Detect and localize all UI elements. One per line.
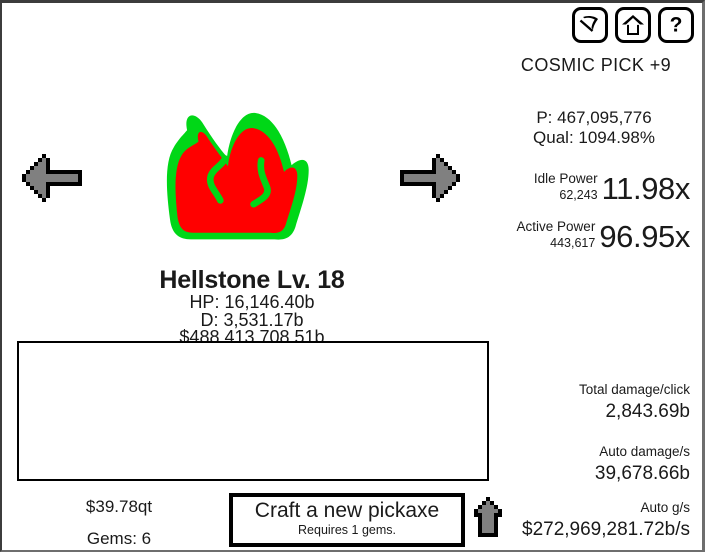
pickaxe-quality-line: Qual: 1094.98% (533, 127, 655, 147)
active-power-row: Active Power 443,617 96.95x (517, 218, 691, 254)
auto-gold-per-second-value: $272,969,281.72b/s (522, 518, 690, 540)
craft-pickaxe-button[interactable]: Craft a new pickaxe Requires 1 gems. (229, 493, 465, 547)
hellstone-rock-sprite[interactable] (132, 75, 322, 265)
total-damage-per-click-value: 2,843.69b (605, 400, 690, 422)
idle-power-multiplier: 11.98x (601, 170, 691, 206)
money-amount: $39.78qt (85, 497, 153, 516)
pickaxe-power-line: P: 467,095,776 (536, 108, 652, 127)
auto-damage-per-second-value: 39,678.66b (594, 462, 690, 484)
game-window: ? Hellstone Lv. 18 HP: 16,146.40b D: 3,5… (0, 0, 705, 552)
monster-info: Hellstone Lv. 18 HP: 16,146.40b D: 3,531… (2, 267, 502, 347)
active-power-labels: Active Power 443,617 (517, 219, 596, 254)
total-damage-per-click-label: Total damage/click (578, 382, 690, 397)
idle-power-row: Idle Power 62,243 11.98x (534, 170, 691, 206)
idle-power-value: 62,243 (559, 187, 598, 202)
pickaxe-title: COSMIC PICK +9 (520, 55, 672, 75)
auto-damage-per-second-label: Auto damage/s (599, 444, 690, 459)
monster-name: Hellstone Lv. 18 (159, 266, 345, 294)
active-power-value: 443,617 (550, 235, 596, 250)
idle-power-labels: Idle Power 62,243 (534, 171, 598, 206)
craft-pickaxe-label: Craft a new pickaxe (254, 499, 440, 523)
idle-power-label: Idle Power (533, 171, 598, 186)
monster-hp: HP: 16,146.40b (189, 292, 315, 312)
active-power-multiplier: 96.95x (599, 218, 690, 254)
craft-pickaxe-requirement: Requires 1 gems. (298, 523, 396, 538)
message-log-box (17, 341, 489, 481)
total-damage-per-click-block: Total damage/click 2,843.69b (504, 381, 690, 424)
currency-panel: $39.78qt Gems: 6 (24, 491, 214, 550)
upgrade-arrow-button[interactable] (472, 495, 504, 544)
auto-gold-per-second-block: Auto g/s $272,969,281.72b/s (504, 499, 690, 542)
pickaxe-stats-panel: COSMIC PICK +9 P: 467,095,776 Qual: 1094… (502, 3, 698, 550)
active-power-label: Active Power (516, 219, 596, 234)
auto-damage-per-second-block: Auto damage/s 39,678.66b (504, 443, 690, 486)
next-monster-button[interactable] (392, 150, 464, 219)
auto-gold-per-second-label: Auto g/s (640, 500, 690, 515)
pickaxe-stat-lines: P: 467,095,776 Qual: 1094.98% (504, 108, 684, 148)
gems-amount: Gems: 6 (86, 529, 152, 549)
previous-monster-button[interactable] (18, 150, 90, 219)
